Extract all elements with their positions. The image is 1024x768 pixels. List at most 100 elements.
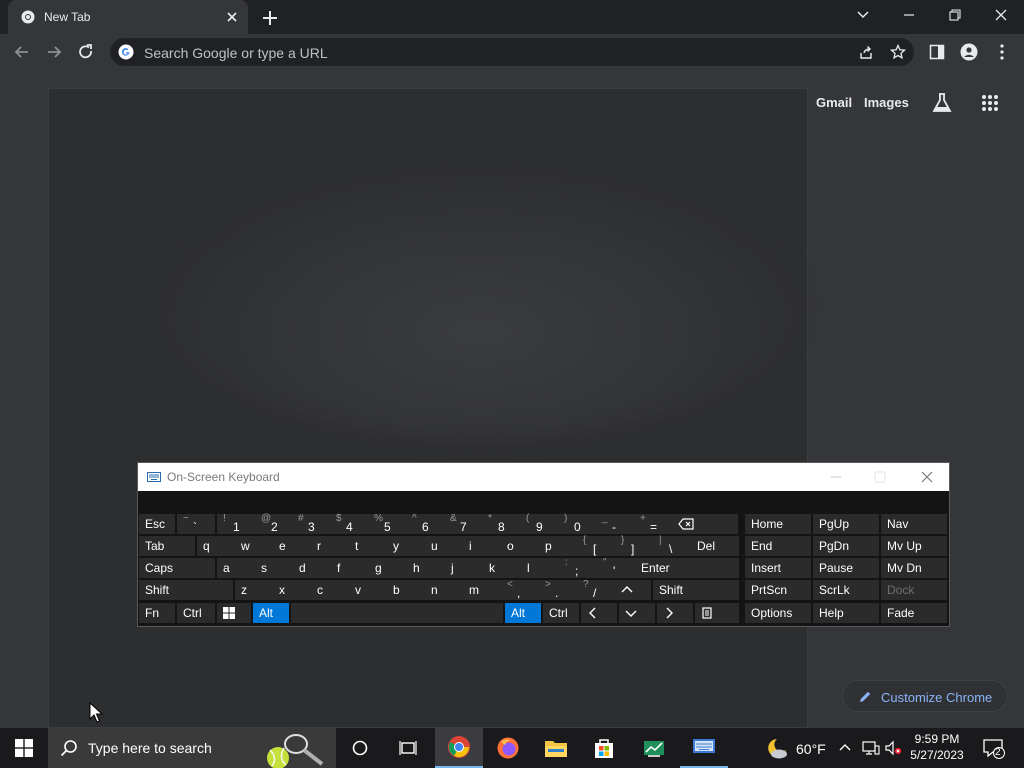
osk-key[interactable]: b bbox=[387, 580, 425, 600]
weather-moon-icon[interactable] bbox=[763, 736, 789, 760]
osk-key[interactable]: ScrLk bbox=[813, 580, 879, 600]
osk-key-backspace-key[interactable] bbox=[672, 514, 738, 534]
osk-key[interactable]: Caps bbox=[139, 558, 215, 578]
osk-key[interactable]: Options bbox=[745, 603, 811, 623]
bookmark-star-icon[interactable] bbox=[890, 44, 906, 60]
taskbar-on-screen-keyboard[interactable] bbox=[680, 728, 728, 768]
share-icon[interactable] bbox=[858, 44, 874, 60]
osk-key-up-arrow-key[interactable] bbox=[615, 580, 651, 600]
osk-key[interactable]: g bbox=[369, 558, 407, 578]
osk-key[interactable]: q bbox=[197, 536, 235, 556]
osk-key[interactable]: Shift bbox=[653, 580, 739, 600]
osk-key[interactable]: Esc bbox=[139, 514, 175, 534]
osk-key[interactable]: v bbox=[349, 580, 387, 600]
taskbar-search-box[interactable]: Type here to search bbox=[48, 728, 336, 768]
taskbar-firefox[interactable] bbox=[484, 728, 532, 768]
osk-key[interactable]: Fn bbox=[139, 603, 175, 623]
labs-flask-icon[interactable] bbox=[931, 92, 953, 114]
osk-key[interactable]: % 5 bbox=[368, 513, 406, 534]
osk-key[interactable]: Pause bbox=[813, 558, 879, 578]
taskbar-microsoft-store[interactable] bbox=[580, 728, 628, 768]
task-view-button[interactable] bbox=[384, 728, 432, 768]
osk-key[interactable]: #3 bbox=[292, 513, 330, 534]
osk-key[interactable]: >. bbox=[539, 579, 577, 600]
osk-key[interactable]: ! 1 bbox=[217, 513, 255, 534]
osk-key[interactable]: & 7 bbox=[444, 513, 482, 534]
osk-key[interactable]: * 8 bbox=[482, 513, 520, 534]
osk-key[interactable]: }] bbox=[615, 535, 653, 556]
tab-new-tab[interactable]: New Tab bbox=[8, 0, 248, 34]
osk-key[interactable]: ~ ` bbox=[177, 513, 215, 534]
osk-key-right-arrow-key[interactable] bbox=[657, 603, 693, 623]
tab-close-icon[interactable] bbox=[224, 9, 240, 25]
osk-key[interactable]: PrtScn bbox=[745, 580, 811, 600]
reload-icon[interactable] bbox=[76, 42, 96, 62]
osk-minimize-icon[interactable] bbox=[830, 471, 842, 483]
osk-key[interactable]: PgDn bbox=[813, 536, 879, 556]
osk-key-down-arrow-key[interactable] bbox=[619, 603, 655, 623]
profile-avatar-icon[interactable] bbox=[959, 42, 979, 62]
cortana-button[interactable] bbox=[336, 728, 384, 768]
osk-key[interactable]: ^ 6 bbox=[406, 513, 444, 534]
osk-key-menu-key[interactable] bbox=[695, 603, 739, 623]
osk-key[interactable]: | \ bbox=[653, 535, 691, 556]
osk-key[interactable]: i bbox=[463, 536, 501, 556]
gmail-link[interactable]: Gmail bbox=[816, 95, 852, 110]
taskbar-chrome[interactable] bbox=[435, 728, 483, 768]
osk-key-left-arrow-key[interactable] bbox=[581, 603, 617, 623]
forward-arrow-icon[interactable] bbox=[44, 42, 64, 62]
osk-key[interactable]: <, bbox=[501, 579, 539, 600]
osk-key[interactable]: Home bbox=[745, 514, 811, 534]
taskbar-file-explorer[interactable] bbox=[532, 728, 580, 768]
restore-icon[interactable] bbox=[932, 0, 978, 30]
osk-key[interactable]: l bbox=[521, 558, 559, 578]
osk-key[interactable]: Nav bbox=[881, 514, 947, 534]
osk-key[interactable]: h bbox=[407, 558, 445, 578]
osk-key[interactable]: {[ bbox=[577, 535, 615, 556]
back-arrow-icon[interactable] bbox=[12, 42, 32, 62]
osk-key[interactable]: e bbox=[273, 536, 311, 556]
images-link[interactable]: Images bbox=[864, 95, 909, 110]
osk-key[interactable]: k bbox=[483, 558, 521, 578]
osk-key[interactable]: Mv Dn bbox=[881, 558, 947, 578]
osk-key[interactable]: y bbox=[387, 536, 425, 556]
osk-key[interactable]: j bbox=[445, 558, 483, 578]
osk-key[interactable]: Help bbox=[813, 603, 879, 623]
network-icon[interactable] bbox=[862, 740, 880, 756]
new-tab-plus-icon[interactable] bbox=[260, 8, 280, 28]
weather-temperature[interactable]: 60°F bbox=[796, 741, 826, 757]
tab-search-chevron-icon[interactable] bbox=[840, 0, 886, 30]
osk-key[interactable]: t bbox=[349, 536, 387, 556]
osk-key[interactable]: Enter bbox=[635, 558, 739, 578]
start-button[interactable] bbox=[0, 728, 48, 768]
show-hidden-icons-chevron-icon[interactable] bbox=[838, 740, 852, 754]
osk-key[interactable]: ) 0 bbox=[558, 513, 596, 534]
osk-key-windows-key[interactable] bbox=[217, 603, 251, 623]
osk-key[interactable]: PgUp bbox=[813, 514, 879, 534]
osk-key[interactable]: s bbox=[255, 558, 293, 578]
osk-key[interactable]: m bbox=[463, 580, 501, 600]
more-menu-icon[interactable] bbox=[992, 42, 1012, 62]
customize-chrome-button[interactable]: Customize Chrome bbox=[842, 680, 1008, 712]
osk-close-icon[interactable] bbox=[921, 471, 933, 483]
osk-key[interactable]: f bbox=[331, 558, 369, 578]
osk-titlebar[interactable]: On-Screen Keyboard bbox=[138, 463, 949, 491]
osk-key[interactable]: (9 bbox=[520, 513, 558, 534]
osk-key[interactable]: w bbox=[235, 536, 273, 556]
osk-key[interactable]: Ctrl bbox=[177, 603, 215, 623]
osk-key[interactable]: a bbox=[217, 558, 255, 578]
omnibox[interactable] bbox=[110, 38, 914, 68]
osk-key[interactable]: Del bbox=[691, 536, 739, 556]
osk-key[interactable]: _ - bbox=[596, 513, 634, 534]
osk-key[interactable]: End bbox=[745, 536, 811, 556]
omnibox-input[interactable] bbox=[142, 38, 786, 68]
osk-key[interactable]: Fade bbox=[881, 603, 947, 623]
osk-key-space[interactable] bbox=[291, 603, 503, 623]
osk-key[interactable]: p bbox=[539, 536, 577, 556]
minimize-icon[interactable] bbox=[886, 0, 932, 30]
osk-key[interactable]: Insert bbox=[745, 558, 811, 578]
osk-key[interactable]: d bbox=[293, 558, 331, 578]
close-window-icon[interactable] bbox=[978, 0, 1024, 30]
osk-key[interactable]: Tab bbox=[139, 536, 195, 556]
apps-grid-icon[interactable] bbox=[981, 94, 999, 112]
